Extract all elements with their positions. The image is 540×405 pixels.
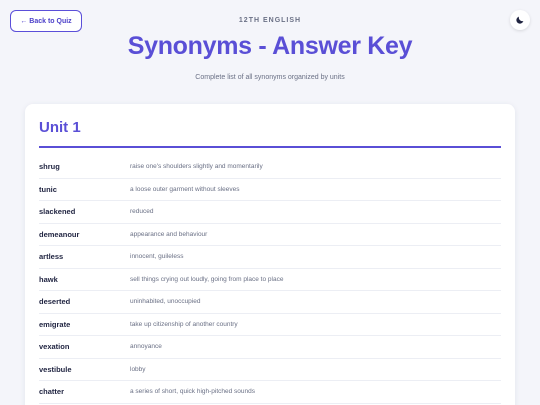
synonym-row: demeanour appearance and behaviour: [39, 224, 501, 246]
synonym-word: deserted: [39, 297, 71, 307]
synonym-meaning: a series of short, quick high-pitched so…: [130, 388, 256, 396]
synonym-meaning: appearance and behaviour: [130, 230, 208, 238]
synonym-word: emigrate: [39, 319, 71, 329]
unit-title: Unit 1: [39, 119, 81, 136]
synonym-word: shrug: [39, 162, 60, 172]
synonym-list: shrug raise one's shoulders slightly and…: [39, 156, 501, 404]
page-description: Complete list of all synonyms organized …: [195, 74, 345, 81]
synonym-row: artless innocent, guileless: [39, 246, 501, 269]
synonym-row: hawk sell things crying out loudly, goin…: [39, 269, 501, 291]
synonym-row: vestibule lobby: [39, 359, 501, 381]
synonym-meaning: raise one's shoulders slightly and momen…: [130, 163, 263, 171]
synonym-word: vestibule: [39, 364, 72, 374]
subject-label: 12TH ENGLISH: [238, 17, 302, 24]
unit-card: Unit 1 shrug raise one's shoulders sligh…: [25, 104, 515, 405]
synonym-row: shrug raise one's shoulders slightly and…: [39, 156, 501, 179]
synonym-word: artless: [39, 252, 64, 262]
page-title: Synonyms - Answer Key: [127, 32, 413, 60]
synonym-meaning: annoyance: [130, 343, 162, 351]
synonym-row: deserted uninhabited, unoccupied: [39, 291, 501, 314]
synonym-row: tunic a loose outer garment without slee…: [39, 179, 501, 201]
synonym-meaning: uninhabited, unoccupied: [130, 298, 201, 306]
synonym-row: chatter a series of short, quick high-pi…: [39, 381, 501, 404]
synonym-word: hawk: [39, 274, 58, 284]
synonym-word: tunic: [39, 184, 57, 194]
synonym-meaning: lobby: [130, 365, 146, 373]
page: ← Back to Quiz 12TH ENGLISH Synonyms - A…: [0, 0, 540, 405]
synonym-row: emigrate take up citizenship of another …: [39, 314, 501, 336]
synonym-meaning: sell things crying out loudly, going fro…: [130, 275, 284, 283]
synonym-word: vexation: [39, 342, 70, 352]
synonym-meaning: a loose outer garment without sleeves: [130, 185, 240, 193]
synonym-meaning: take up citizenship of another country: [130, 320, 238, 328]
synonym-word: demeanour: [39, 229, 80, 239]
synonym-word: slackened: [39, 207, 76, 217]
synonym-row: vexation annoyance: [39, 336, 501, 359]
synonym-meaning: innocent, guileless: [130, 253, 184, 261]
synonym-word: chatter: [39, 387, 65, 397]
unit-divider: [39, 146, 501, 148]
synonym-meaning: reduced: [130, 208, 154, 216]
synonym-row: slackened reduced: [39, 201, 501, 224]
